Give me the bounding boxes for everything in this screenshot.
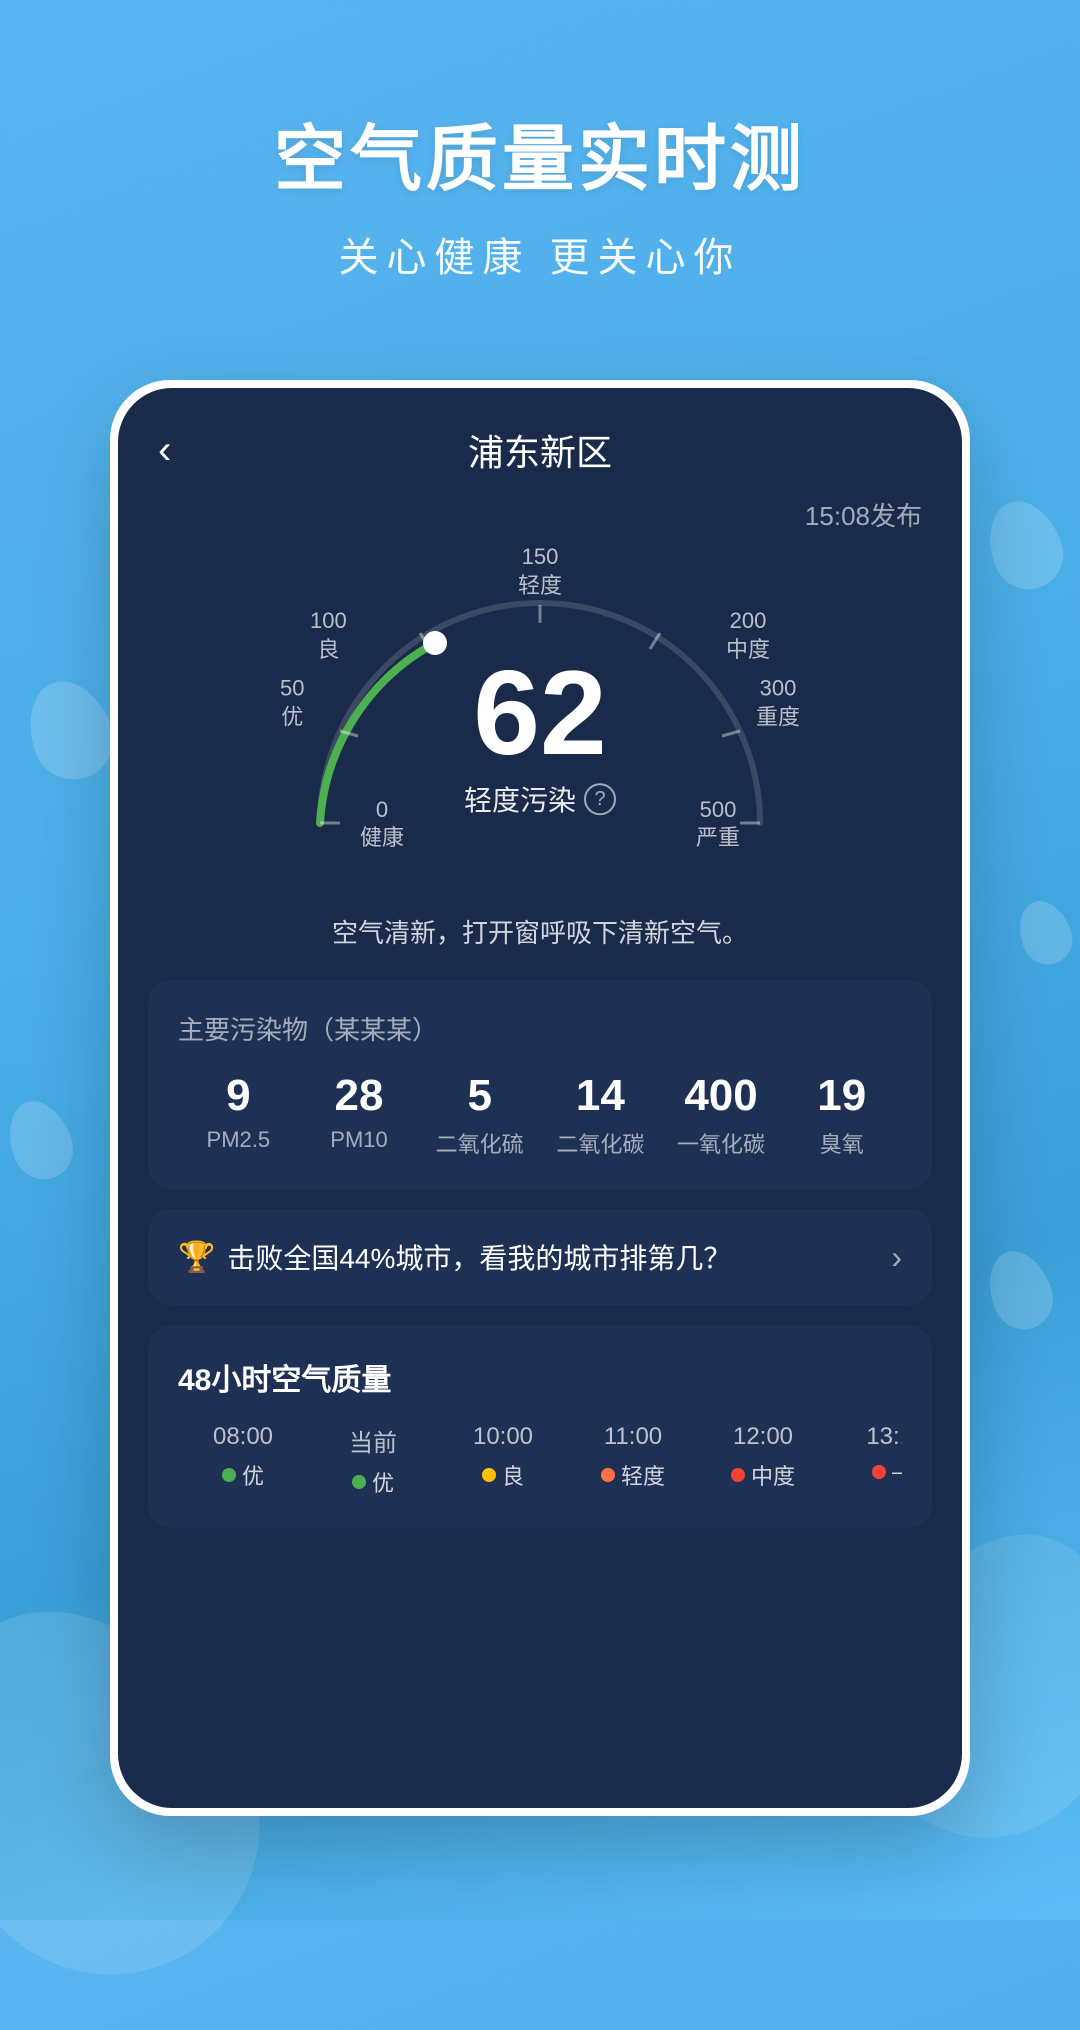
status-text: 中度	[751, 1459, 795, 1491]
hour-time: 13:...	[838, 1423, 902, 1451]
pollutant-item: 28 PM10	[299, 1071, 420, 1159]
pollutant-value: 400	[661, 1071, 782, 1121]
phone-screen: ‹ 浦东新区 15:08发布	[118, 388, 962, 1808]
hour-item: 08:00 优	[178, 1423, 308, 1498]
hours48-title: 48小时空气质量	[178, 1355, 902, 1399]
hour-status: —	[838, 1459, 902, 1485]
gauge-label-0: 0 健康	[360, 796, 404, 853]
gauge-label-500: 500 严重	[696, 796, 740, 853]
status-dot	[222, 1468, 236, 1482]
pollutant-value: 9	[178, 1071, 299, 1121]
status-text: 良	[502, 1459, 524, 1491]
status-dot	[352, 1475, 366, 1489]
hour-time: 当前	[318, 1423, 428, 1458]
app-subtitle: 关心健康 更关心你	[60, 225, 1020, 283]
hour-status: 轻度	[578, 1459, 688, 1491]
gauge-center: 62 轻度污染 ?	[464, 653, 616, 819]
hour-time: 12:00	[708, 1423, 818, 1451]
publish-time: 15:08发布	[158, 496, 922, 533]
hour-time: 10:00	[448, 1423, 558, 1451]
trophy-icon: 🏆	[178, 1240, 215, 1275]
hour-item: 当前 优	[308, 1423, 438, 1498]
advice-text: 空气清新，打开窗呼吸下清新空气。	[118, 893, 962, 980]
pollutant-value: 14	[540, 1071, 661, 1121]
hour-item: 12:00 中度	[698, 1423, 828, 1498]
pollutant-value: 19	[781, 1071, 902, 1121]
pollutant-item: 9 PM2.5	[178, 1071, 299, 1159]
hours48-row: 08:00 优 当前 优 10:00 良 11:00 轻度 12:00 中度 1…	[178, 1423, 902, 1498]
hour-status: 中度	[708, 1459, 818, 1491]
bg-drop-left-1	[15, 669, 124, 790]
hour-status: 优	[188, 1459, 298, 1491]
pollutants-card: 主要污染物（某某某） 9 PM2.5 28 PM10 5 二氧化硫 14 二氧化…	[148, 980, 932, 1189]
back-button[interactable]: ‹	[158, 428, 171, 473]
pollutant-name: PM10	[299, 1127, 420, 1153]
hour-status: 良	[448, 1459, 558, 1491]
gauge-section: 15:08发布	[118, 486, 962, 893]
aqi-status-label: 轻度污染 ?	[464, 779, 616, 819]
hour-item: 10:00 良	[438, 1423, 568, 1498]
pollutant-name: 二氧化硫	[419, 1127, 540, 1159]
gauge-container: 0 健康 50 优 100 良 150 轻度	[260, 543, 820, 863]
hour-item: 13:... —	[828, 1423, 902, 1498]
pollutant-name: PM2.5	[178, 1127, 299, 1153]
status-text: 优	[372, 1466, 394, 1498]
status-text: —	[892, 1459, 902, 1485]
pollutant-name: 一氧化碳	[661, 1127, 782, 1159]
pollutant-value: 5	[419, 1071, 540, 1121]
status-dot	[601, 1468, 615, 1482]
pollutant-name: 二氧化碳	[540, 1127, 661, 1159]
status-dot	[482, 1468, 496, 1482]
bg-drop-left-2	[0, 1092, 82, 1188]
hour-time: 11:00	[578, 1423, 688, 1451]
hour-time: 08:00	[188, 1423, 298, 1451]
pollutant-value: 28	[299, 1071, 420, 1121]
bg-drop-right-1	[977, 491, 1074, 600]
ranking-chevron: ›	[891, 1239, 902, 1276]
pollutant-name: 臭氧	[781, 1127, 902, 1159]
pollutant-item: 5 二氧化硫	[419, 1071, 540, 1159]
pollutant-item: 14 二氧化碳	[540, 1071, 661, 1159]
pollutant-item: 400 一氧化碳	[661, 1071, 782, 1159]
gauge-label-100: 100 良	[310, 607, 347, 664]
aqi-value: 62	[464, 653, 616, 773]
hours48-section: 48小时空气质量 08:00 优 当前 优 10:00 良 11:00 轻度 1…	[148, 1325, 932, 1528]
ranking-text: 🏆 击败全国44%城市，看我的城市排第几？	[178, 1237, 731, 1277]
gauge-label-200: 200 中度	[726, 607, 770, 664]
pollutants-grid: 9 PM2.5 28 PM10 5 二氧化硫 14 二氧化碳 400 一氧化碳 …	[178, 1071, 902, 1159]
hour-status: 优	[318, 1466, 428, 1498]
phone-mockup: ‹ 浦东新区 15:08发布	[110, 380, 970, 1816]
status-dot	[731, 1468, 745, 1482]
bg-drop-right-3	[978, 1242, 1062, 1338]
gauge-label-50: 50 优	[280, 674, 304, 731]
gauge-label-300: 300 重度	[756, 674, 800, 731]
status-text: 优	[242, 1459, 264, 1491]
info-icon[interactable]: ?	[584, 783, 616, 815]
pollutants-title: 主要污染物（某某某）	[178, 1010, 902, 1047]
top-bar: ‹ 浦东新区	[118, 388, 962, 486]
pollutant-item: 19 臭氧	[781, 1071, 902, 1159]
ranking-banner[interactable]: 🏆 击败全国44%城市，看我的城市排第几？ ›	[148, 1209, 932, 1305]
hour-item: 11:00 轻度	[568, 1423, 698, 1498]
gauge-label-150: 150 轻度	[518, 543, 562, 600]
status-text: 轻度	[621, 1459, 665, 1491]
status-dot	[872, 1465, 886, 1479]
city-title: 浦东新区	[468, 424, 612, 476]
header: 空气质量实时测 关心健康 更关心你	[0, 0, 1080, 343]
app-title: 空气质量实时测	[60, 100, 1020, 205]
bg-drop-right-2	[1010, 893, 1079, 971]
